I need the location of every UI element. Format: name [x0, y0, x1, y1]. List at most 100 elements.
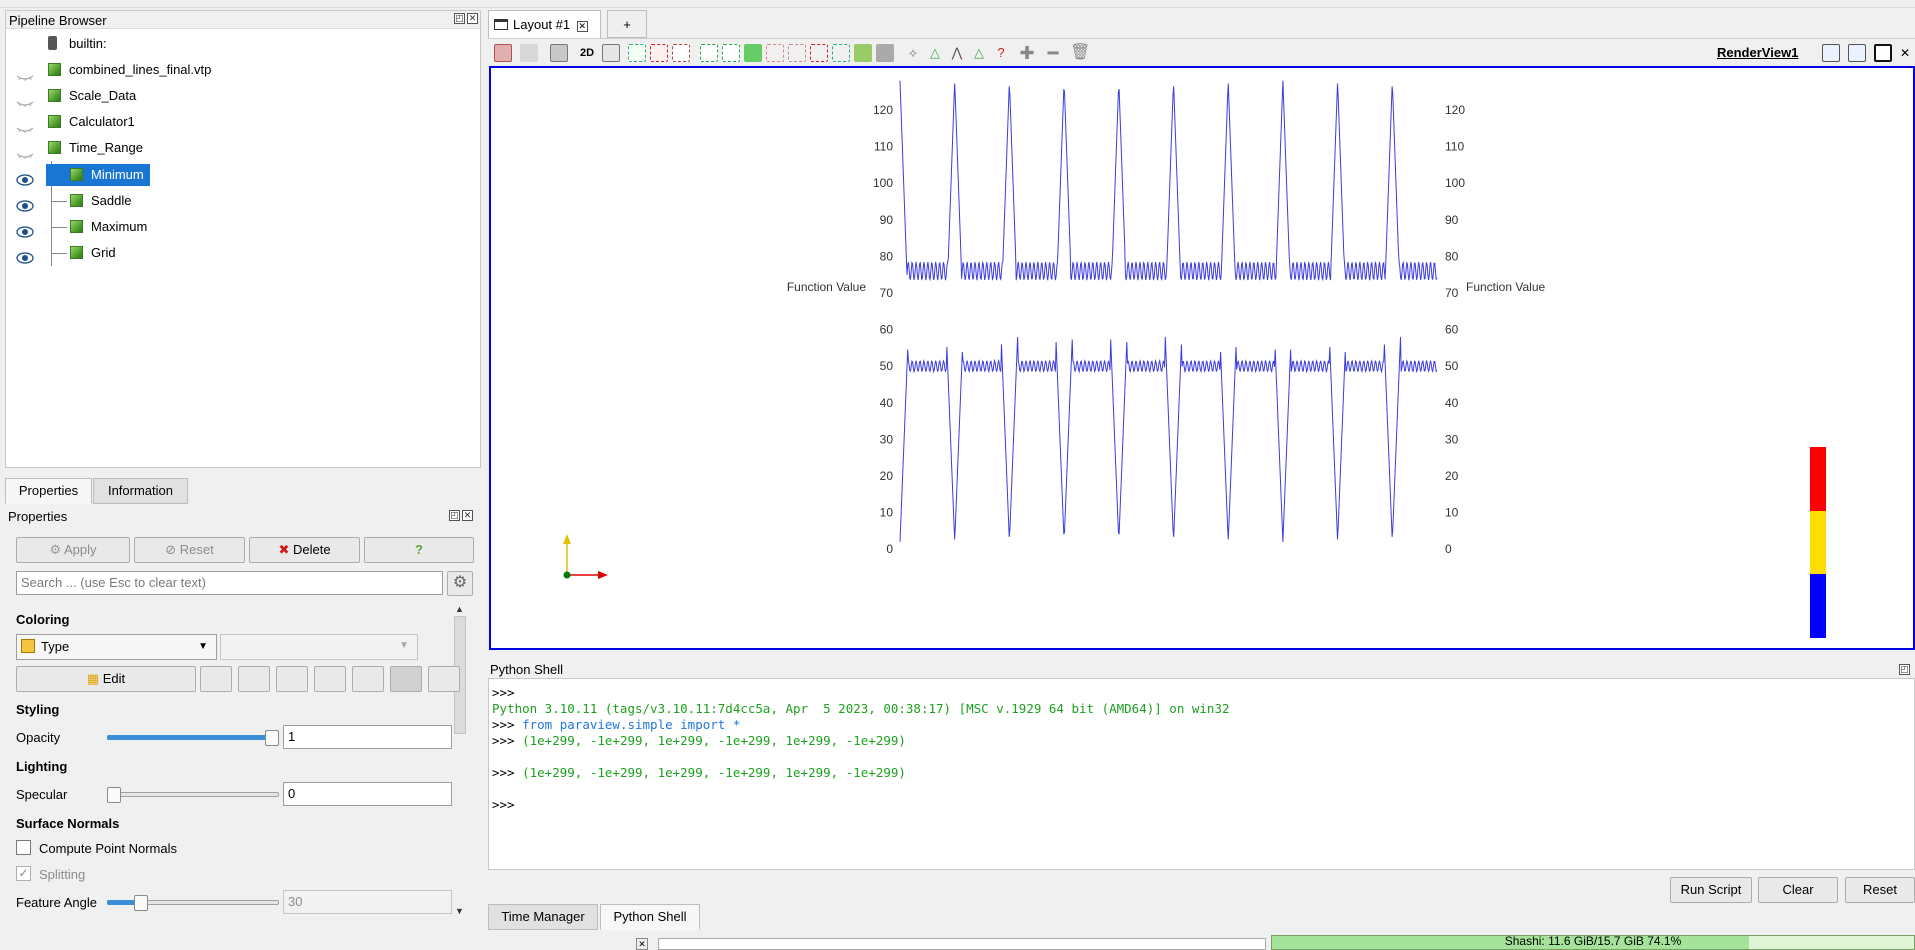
- rescale-range-icon[interactable]: [238, 666, 270, 692]
- float-panel-icon[interactable]: ◰: [454, 13, 465, 24]
- eye-open-icon[interactable]: [16, 174, 34, 186]
- pipeline-item-grid[interactable]: Grid: [70, 242, 116, 264]
- split-horizontal-icon[interactable]: [1822, 44, 1840, 62]
- compute-point-normals-checkbox[interactable]: [16, 840, 31, 855]
- toggle-colorbar-icon[interactable]: [390, 666, 422, 692]
- plot-selection-icon[interactable]: ⋀: [948, 44, 966, 62]
- active-view-label[interactable]: RenderView1: [1717, 45, 1798, 60]
- clear-button[interactable]: Clear: [1758, 877, 1838, 903]
- select-points-through-icon[interactable]: [700, 44, 718, 62]
- eye-open-icon[interactable]: [16, 252, 34, 264]
- rescale-visible-range-icon[interactable]: [314, 666, 346, 692]
- favorite-colormap-icon[interactable]: [352, 666, 384, 692]
- tab-python-shell[interactable]: Python Shell: [600, 904, 700, 930]
- tab-layout-1[interactable]: Layout #1 ✕: [488, 10, 601, 38]
- subtract-selection-icon[interactable]: ━: [1044, 44, 1062, 62]
- hover-points-icon[interactable]: [832, 44, 850, 62]
- scroll-down-icon[interactable]: ▼: [455, 906, 464, 916]
- apply-button[interactable]: ⚙ Apply: [16, 537, 130, 563]
- eye-closed-icon[interactable]: [16, 96, 34, 108]
- clear-selection-icon[interactable]: 🗑: [1070, 44, 1090, 62]
- hover-cells-icon[interactable]: [854, 44, 872, 62]
- pipeline-item-calculator1[interactable]: Calculator1: [48, 111, 135, 133]
- shell-text: Python 3.10.11 (tags/v3.10.11:7d4cc5a, A…: [492, 701, 1230, 716]
- splitting-checkbox[interactable]: ✓: [16, 866, 31, 881]
- help-button[interactable]: ?: [364, 537, 474, 563]
- interactive-select-cells-icon[interactable]: [788, 44, 806, 62]
- choose-preset-icon[interactable]: [200, 666, 232, 692]
- close-panel-icon[interactable]: ✕: [467, 13, 478, 24]
- pipeline-item-saddle[interactable]: Saddle: [70, 190, 131, 212]
- maximize-view-icon[interactable]: [1874, 44, 1892, 62]
- rescale-custom-range-icon[interactable]: [276, 666, 308, 692]
- shrink-selection-icon[interactable]: ⟡: [904, 44, 922, 62]
- feature-angle-input[interactable]: 30: [283, 890, 452, 914]
- axis-tick-label-right: 80: [1445, 249, 1459, 263]
- float-panel-icon[interactable]: ◰: [449, 510, 460, 521]
- select-polygon-points-icon[interactable]: [744, 44, 762, 62]
- scroll-up-icon[interactable]: ▲: [455, 604, 464, 614]
- interactive-select-points-icon[interactable]: [810, 44, 828, 62]
- select-polygon-cells-icon[interactable]: [722, 44, 740, 62]
- select-blocks-icon[interactable]: [766, 44, 784, 62]
- select-cells-on-icon[interactable]: [628, 44, 646, 62]
- python-shell-title: Python Shell: [490, 662, 563, 677]
- eye-closed-icon[interactable]: [16, 148, 34, 160]
- tab-properties[interactable]: Properties: [5, 478, 92, 504]
- split-vertical-icon[interactable]: [1848, 44, 1866, 62]
- color-by-select[interactable]: Type ▼: [16, 634, 217, 660]
- pipeline-item-time-range[interactable]: Time_Range: [48, 137, 143, 159]
- color-legend-swatch: [1810, 574, 1826, 638]
- component-select[interactable]: ▼: [220, 634, 418, 660]
- tab-information[interactable]: Information: [93, 478, 188, 504]
- eye-open-icon[interactable]: [16, 226, 34, 238]
- reset-camera-icon[interactable]: [494, 44, 512, 62]
- close-view-icon[interactable]: ✕: [1900, 44, 1914, 62]
- find-data-icon[interactable]: ?: [992, 44, 1010, 62]
- eye-open-icon[interactable]: [16, 200, 34, 212]
- pipeline-item-builtin[interactable]: builtin:: [48, 33, 107, 55]
- colorbar-properties-icon[interactable]: [428, 666, 460, 692]
- zoom-to-box-icon[interactable]: [602, 44, 620, 62]
- pipeline-item-scale-data[interactable]: Scale_Data: [48, 85, 136, 107]
- add-selection-icon[interactable]: ✚: [1018, 44, 1036, 62]
- opacity-input[interactable]: 1: [283, 725, 452, 749]
- specular-slider-handle[interactable]: [107, 787, 121, 803]
- axis-tick-label-right: 60: [1445, 323, 1459, 337]
- edit-selection-icon[interactable]: △: [970, 44, 988, 62]
- close-icon[interactable]: ✕: [636, 938, 648, 950]
- search-input[interactable]: Search ... (use Esc to clear text): [16, 571, 443, 595]
- add-layout-tab[interactable]: +: [607, 10, 647, 38]
- gear-icon[interactable]: ⚙: [447, 571, 473, 596]
- specular-input[interactable]: 0: [283, 782, 452, 806]
- eye-closed-icon[interactable]: [16, 122, 34, 134]
- feature-angle-slider-handle[interactable]: [133, 895, 148, 911]
- pipeline-item-maximum[interactable]: Maximum: [70, 216, 147, 238]
- render-canvas[interactable]: 120 120110 110100 10090 9080 8070 7060 6050 5040…: [491, 68, 1913, 648]
- reset-button[interactable]: ⊘ Reset: [134, 537, 245, 563]
- reset-shell-button[interactable]: Reset: [1845, 877, 1915, 903]
- screenshot-camera-icon[interactable]: [550, 44, 568, 62]
- extract-selection-icon[interactable]: △: [926, 44, 944, 62]
- render-view[interactable]: 120 120 110 110 100 100 90 90 80 80 70 70 60 60 50 50 40…: [489, 66, 1915, 650]
- select-cells-through-icon[interactable]: [672, 44, 690, 62]
- tab-time-manager[interactable]: Time Manager: [488, 904, 598, 930]
- delete-button[interactable]: ✖ Delete: [249, 537, 360, 563]
- opacity-slider-handle[interactable]: [265, 730, 279, 746]
- python-shell-output[interactable]: >>> Python 3.10.11 (tags/v3.10.11:7d4cc5a…: [488, 678, 1915, 870]
- specular-slider-track[interactable]: [107, 792, 279, 797]
- run-script-button[interactable]: Run Script: [1670, 877, 1752, 903]
- close-panel-icon[interactable]: ✕: [462, 510, 473, 521]
- toggle-2d-3d-button[interactable]: 2D: [578, 44, 596, 62]
- eye-closed-icon[interactable]: [16, 70, 34, 82]
- layout-window-icon: [494, 19, 508, 30]
- grow-selection-icon[interactable]: [876, 44, 894, 62]
- pipeline-item-minimum[interactable]: Minimum: [70, 164, 144, 186]
- capture-icon[interactable]: [520, 44, 538, 62]
- float-panel-icon[interactable]: ◰: [1899, 664, 1910, 675]
- close-tab-icon[interactable]: ✕: [576, 21, 588, 32]
- pipeline-item-combined-lines[interactable]: combined_lines_final.vtp: [48, 59, 211, 81]
- select-points-on-icon[interactable]: [650, 44, 668, 62]
- edit-colormap-button[interactable]: ▦ Edit: [16, 666, 196, 692]
- properties-scrollbar[interactable]: ▲ ▼: [453, 602, 467, 922]
